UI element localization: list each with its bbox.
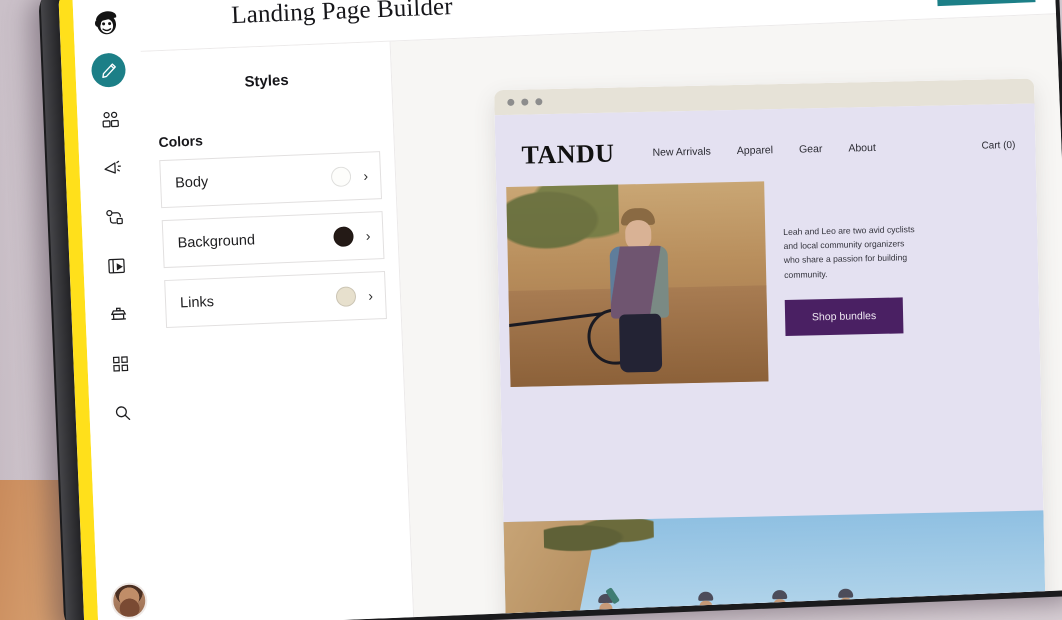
- chevron-right-icon: ›: [367, 287, 374, 304]
- browser-dot-icon: [521, 98, 529, 106]
- sidebar-item-automations[interactable]: [97, 199, 132, 234]
- site-nav-item-about[interactable]: About: [848, 142, 876, 155]
- topbar-actions: Finish Later Publish: [846, 0, 1036, 10]
- cart-link[interactable]: Cart (0): [981, 139, 1015, 151]
- screen: Landing Page Builder Finish Later Publis…: [58, 0, 1062, 620]
- chevron-right-icon: ›: [363, 167, 369, 184]
- chevron-right-icon: ›: [365, 227, 371, 244]
- publish-button[interactable]: Publish: [936, 0, 1036, 7]
- hero-section: Leah and Leo are two avid cyclists and l…: [496, 159, 1041, 387]
- styles-panel: Styles Colors Body › Background › Links …: [140, 41, 415, 620]
- browser-dot-icon: [535, 98, 543, 106]
- color-row-background[interactable]: Background ›: [161, 211, 385, 269]
- sidebar-item-content[interactable]: [99, 248, 134, 283]
- sidebar-item-create[interactable]: [90, 52, 127, 88]
- sidebar-item-search[interactable]: [105, 395, 140, 430]
- site-logo: TANDU: [521, 138, 615, 170]
- color-row-label: Body: [174, 174, 209, 192]
- site-nav-links: New Arrivals Apparel Gear About: [652, 142, 876, 159]
- cyclist-figure: [833, 588, 859, 618]
- page-title: Landing Page Builder: [230, 0, 454, 30]
- color-row-label: Links: [179, 294, 215, 312]
- color-swatch-links[interactable]: [335, 286, 357, 308]
- device-bezel: Landing Page Builder Finish Later Publis…: [38, 0, 1062, 620]
- hero-body-text: Leah and Leo are two avid cyclists and l…: [783, 224, 915, 280]
- preview-canvas: TANDU New Arrivals Apparel Gear About Ca…: [390, 14, 1062, 618]
- browser-dot-icon: [507, 98, 515, 106]
- site-nav-item-new-arrivals[interactable]: New Arrivals: [652, 146, 711, 159]
- shop-bundles-button[interactable]: Shop bundles: [784, 297, 904, 336]
- site-nav-item-gear[interactable]: Gear: [799, 143, 823, 156]
- cyclist-figure: [767, 589, 793, 618]
- color-row-body[interactable]: Body ›: [159, 151, 383, 209]
- secondary-image: [503, 510, 1047, 618]
- color-row-links[interactable]: Links ›: [164, 271, 387, 329]
- sidebar-item-integrations[interactable]: [103, 346, 138, 381]
- color-swatch-body[interactable]: [331, 166, 352, 188]
- page-preview-card[interactable]: TANDU New Arrivals Apparel Gear About Ca…: [494, 78, 1047, 618]
- site-preview: TANDU New Arrivals Apparel Gear About Ca…: [494, 103, 1047, 618]
- site-nav-item-apparel[interactable]: Apparel: [737, 144, 773, 157]
- color-row-label: Background: [177, 232, 256, 252]
- laptop-device: Landing Page Builder Finish Later Publis…: [38, 0, 1062, 620]
- hero-copy: Leah and Leo are two avid cyclists and l…: [764, 178, 918, 381]
- cyclist-figure: [693, 591, 719, 618]
- sidebar-item-audience[interactable]: [93, 101, 128, 136]
- color-swatch-background[interactable]: [333, 226, 355, 248]
- hero-image: [506, 181, 769, 387]
- sidebar-item-campaigns[interactable]: [95, 150, 130, 185]
- styles-heading: Styles: [244, 71, 290, 91]
- sidebar-nav: [90, 52, 140, 430]
- mailchimp-freddie-logo[interactable]: [85, 0, 129, 44]
- user-avatar[interactable]: [112, 584, 146, 618]
- colors-section-label: Colors: [158, 132, 204, 151]
- sidebar-item-website[interactable]: [101, 297, 136, 332]
